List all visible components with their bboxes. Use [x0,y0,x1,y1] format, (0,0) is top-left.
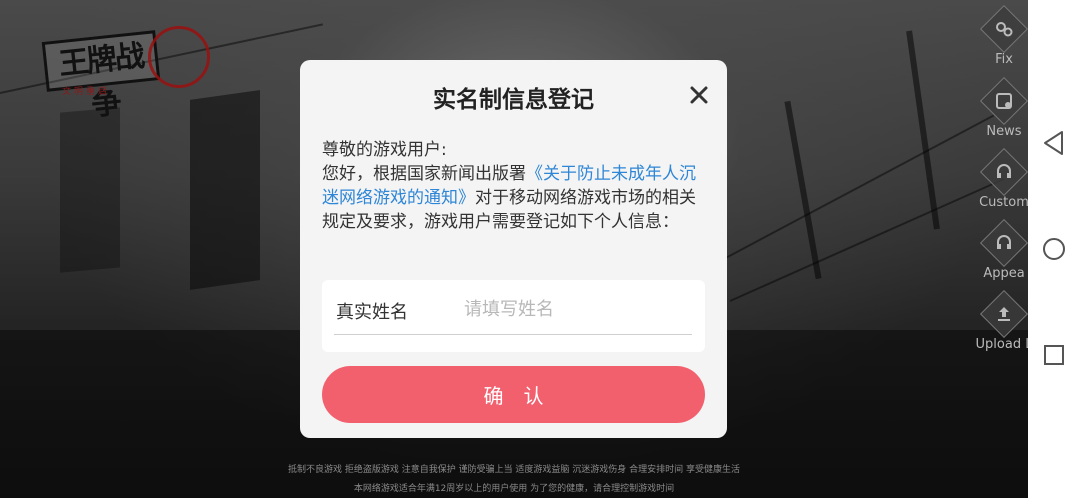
upload-icon [979,289,1029,339]
name-field-container: 真实姓名 [322,280,705,352]
health-notice-line2: 本网络游戏适合年满12周岁以上的用户使用 为了您的健康，请合理控制游戏时间 [353,484,675,494]
home-circle-icon[interactable] [1042,237,1066,261]
tool-item-news[interactable]: News [974,76,1034,139]
real-name-registration-dialog: 实名制信息登记 尊敬的游戏用户: 您好，根据国家新闻出版署《关于防止未成年人沉迷… [300,60,727,438]
back-triangle-icon[interactable] [1042,130,1066,156]
gears-icon [979,4,1029,54]
health-notice-line1: 抵制不良游戏 拒绝盗版游戏 注意自我保护 谨防受骗上当 适度游戏益脑 沉迷游戏伤… [287,465,741,475]
dialog-title: 实名制信息登记 [433,87,594,113]
real-name-input[interactable] [462,292,696,326]
tool-item-upload[interactable]: Upload L [974,289,1034,352]
game-logo: 王牌战争 文明重启 [40,18,210,123]
notice-text-before: 您好，根据国家新闻出版署 [322,164,526,184]
android-nav-bar [1028,0,1080,498]
tool-label: Fix [995,52,1013,67]
notice-body: 您好，根据国家新闻出版署《关于防止未成年人沉迷网络游戏的通知》对于移动网络游戏市… [322,162,702,234]
tool-label: Custom [979,195,1029,210]
skull-emblem-icon [148,26,210,88]
headset-icon [979,218,1029,268]
close-icon[interactable] [686,82,712,108]
tool-label: News [986,124,1022,139]
game-logo-text: 王牌战争 [41,30,161,123]
headset-icon [979,147,1029,197]
tool-item-fix[interactable]: Fix [974,4,1034,67]
registration-notice: 尊敬的游戏用户: 您好，根据国家新闻出版署《关于防止未成年人沉迷网络游戏的通知》… [322,138,702,234]
tool-label: Appea [983,266,1025,281]
name-field-label: 真实姓名 [336,302,408,323]
recents-square-icon[interactable] [1043,344,1065,366]
news-icon [979,76,1029,126]
confirm-button[interactable]: 确 认 [322,366,705,423]
game-logo-subtitle: 文明重启 [62,87,111,97]
tool-item-custom[interactable]: Custom [974,147,1034,210]
tool-label: Upload L [975,337,1033,352]
input-underline [334,334,692,335]
tool-item-appeal[interactable]: Appea [974,218,1034,281]
notice-greeting: 尊敬的游戏用户: [322,140,447,160]
